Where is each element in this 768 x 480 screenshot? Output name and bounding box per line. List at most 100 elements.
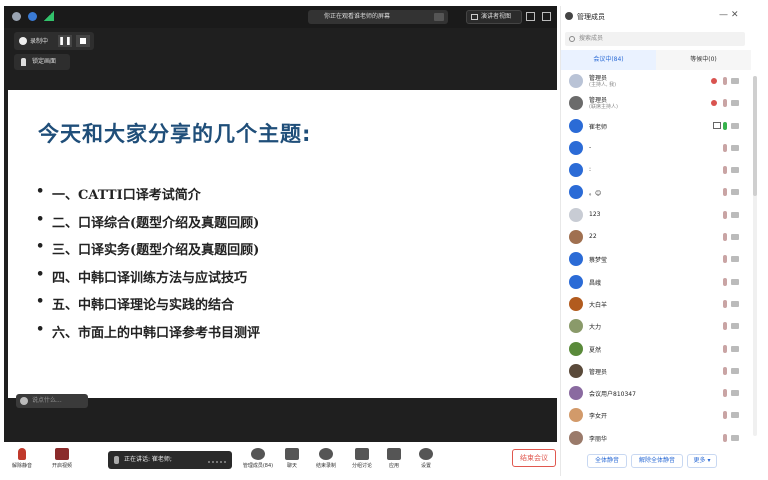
chat-button[interactable]: 聊天 [274, 448, 310, 469]
camera-off-icon[interactable] [731, 367, 739, 374]
breakout-button[interactable]: 分组讨论 [344, 448, 380, 469]
more-button[interactable]: 更多 ▾ [687, 454, 717, 468]
camera-off-icon[interactable] [731, 234, 739, 241]
camera-off-icon[interactable] [731, 390, 739, 397]
end-recording-label: 结束录制 [315, 463, 336, 469]
tab-in-meeting[interactable]: 会议中(84) [561, 50, 656, 70]
microphone-muted-icon[interactable] [723, 433, 727, 442]
fullscreen-icon[interactable] [526, 12, 535, 21]
mute-button[interactable]: 解除静音 [4, 448, 40, 469]
microphone-muted-icon[interactable] [723, 389, 727, 398]
member-row[interactable]: 会议用户810347 [561, 382, 751, 404]
microphone-muted-icon[interactable] [723, 99, 727, 108]
microphone-muted-icon[interactable] [723, 277, 727, 286]
microphone-muted-icon[interactable] [723, 77, 727, 85]
camera-off-icon[interactable] [731, 434, 739, 441]
microphone-muted-icon[interactable] [723, 344, 727, 353]
member-row[interactable]: 管理员 [561, 360, 751, 382]
camera-off-icon[interactable] [731, 323, 739, 330]
meeting-area: 你正在观看谁老师的屏幕 演讲者视图 录制中 ❚❚ 锁定画面 今天和大家分享的几个… [4, 6, 557, 450]
microphone-muted-icon[interactable] [723, 366, 727, 375]
video-button[interactable]: 开启视频 [44, 448, 80, 469]
recording-label: 录制中 [30, 38, 49, 45]
member-name: 123 [589, 210, 601, 218]
signal-icon[interactable] [44, 11, 54, 21]
microphone-muted-icon[interactable] [723, 188, 727, 197]
manage-members-button[interactable]: 管理成员(84) [240, 448, 276, 469]
avatar [569, 341, 583, 356]
pause-recording-button[interactable]: ❚❚ [58, 35, 72, 47]
quick-message-placeholder: 说点什么... [32, 397, 62, 404]
screen-share-options-icon[interactable] [434, 13, 444, 21]
apps-label: 应用 [388, 463, 399, 469]
close-icon[interactable]: ✕ [731, 10, 739, 20]
video-label: 开启视频 [51, 463, 72, 469]
member-row[interactable]: 123 [561, 204, 751, 226]
camera-off-icon[interactable] [731, 167, 739, 174]
recording-icon [19, 37, 27, 45]
microphone-muted-icon[interactable] [723, 322, 727, 331]
member-name: - [589, 143, 592, 151]
member-name: 大白羊 [589, 301, 608, 309]
member-row[interactable]: 崔老师 [561, 115, 751, 137]
member-row[interactable]: - [561, 137, 751, 159]
camera-off-icon[interactable] [731, 189, 739, 196]
microphone-on-icon[interactable] [723, 121, 727, 130]
quick-message-bar[interactable]: 说点什么... [16, 394, 88, 408]
settings-button[interactable]: 设置 [408, 448, 444, 469]
camera-off-icon[interactable] [731, 345, 739, 352]
camera-off-icon[interactable] [731, 278, 739, 285]
microphone-muted-icon[interactable] [723, 299, 727, 308]
member-list-scrollbar[interactable] [753, 76, 757, 436]
slide-bullet: 一、CATTI口译考试简介 [34, 184, 260, 212]
member-row[interactable]: 大白羊 [561, 293, 751, 315]
camera-off-icon[interactable] [731, 100, 739, 107]
member-name: 昌峨 [589, 279, 602, 287]
mute-all-button[interactable]: 全体静音 [587, 454, 627, 468]
microphone-muted-icon[interactable] [723, 143, 727, 152]
microphone-muted-icon[interactable] [723, 255, 727, 264]
member-row[interactable]: 李女开 [561, 404, 751, 426]
end-recording-button[interactable]: 结束录制 [308, 448, 344, 469]
info-icon[interactable] [12, 12, 21, 21]
member-row[interactable]: 大力 [561, 315, 751, 337]
stop-recording-button[interactable] [76, 35, 90, 47]
security-icon[interactable] [28, 12, 37, 21]
recording-bar: 录制中 ❚❚ [14, 32, 94, 50]
unmute-all-button[interactable]: 解除全体静音 [631, 454, 683, 468]
camera-off-icon[interactable] [731, 122, 739, 129]
end-meeting-button[interactable]: 结束会议 [512, 449, 556, 467]
camera-off-icon[interactable] [731, 300, 739, 307]
view-mode-button[interactable]: 演讲者视图 [466, 10, 522, 24]
microphone-muted-icon[interactable] [723, 411, 727, 420]
sidebar-toggle-icon[interactable] [542, 12, 551, 21]
member-row[interactable]: 蔡梦莹 [561, 248, 751, 270]
tab-waiting[interactable]: 等候中(0) [656, 50, 751, 70]
microphone-muted-icon[interactable] [723, 233, 727, 242]
camera-off-icon[interactable] [731, 211, 739, 218]
recording-icon [711, 100, 717, 107]
apps-button[interactable]: 应用 [376, 448, 412, 469]
member-row[interactable]: 。😊 [561, 181, 751, 203]
microphone-muted-icon[interactable] [723, 210, 727, 219]
member-search-input[interactable]: 搜索成员 [565, 32, 745, 46]
member-row[interactable]: 夏然 [561, 338, 751, 360]
camera-off-icon[interactable] [731, 144, 739, 151]
camera-off-icon[interactable] [731, 78, 739, 84]
minimize-icon[interactable]: — [719, 10, 728, 20]
pin-icon [21, 58, 26, 66]
avatar [569, 296, 583, 311]
camera-off-icon[interactable] [731, 256, 739, 263]
member-row[interactable]: 管理员 (主持人, 我) [561, 70, 751, 92]
member-row[interactable]: 昌峨 [561, 271, 751, 293]
member-row[interactable]: 管理员 (联席主持人) [561, 92, 751, 114]
camera-off-icon[interactable] [731, 412, 739, 419]
lock-screen-button[interactable]: 锁定画面 [14, 54, 70, 70]
avatar [569, 163, 583, 178]
member-row[interactable]: : [561, 159, 751, 181]
member-row[interactable]: 22 [561, 226, 751, 248]
member-row[interactable]: 李丽华 [561, 427, 751, 448]
meeting-toolbar: 解除静音 开启视频 正在讲话: 崔老师; 管理成员(84) 聊天 结束录制 分组… [4, 442, 557, 476]
manage-members-label: 管理成员(84) [242, 463, 274, 469]
microphone-muted-icon[interactable] [723, 166, 727, 175]
